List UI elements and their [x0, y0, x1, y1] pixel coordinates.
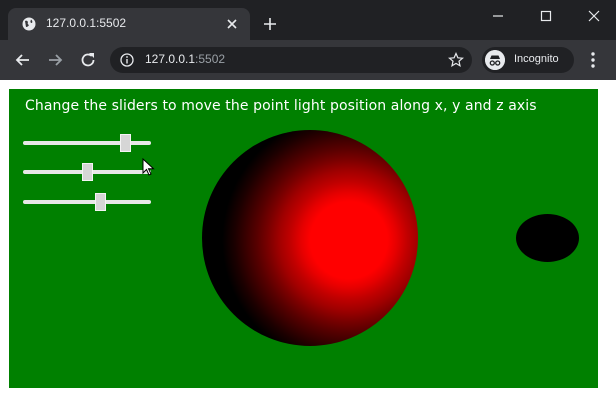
back-arrow-icon[interactable] — [13, 50, 33, 70]
url-host: 127.0.0.1 — [145, 52, 196, 66]
info-icon[interactable] — [120, 53, 134, 67]
browser-toolbar: 127.0.0.1:5502 Incognito — [0, 40, 616, 80]
profile-label: Incognito — [514, 53, 559, 65]
instructions-text: Change the sliders to move the point lig… — [25, 98, 537, 114]
star-icon[interactable] — [448, 52, 464, 68]
forward-arrow-icon[interactable] — [45, 50, 65, 70]
slider-thumb[interactable] — [82, 163, 93, 181]
slider-thumb[interactable] — [120, 134, 132, 152]
slider-thumb[interactable] — [94, 193, 106, 211]
page-viewport: Change the sliders to move the point lig… — [0, 80, 616, 404]
canvas-scene: Change the sliders to move the point lig… — [9, 89, 598, 388]
light-y-slider[interactable] — [23, 163, 151, 181]
url-port: :5502 — [195, 52, 226, 66]
light-x-slider[interactable] — [23, 134, 151, 152]
incognito-badge[interactable]: Incognito — [482, 47, 574, 73]
globe-icon — [22, 17, 36, 31]
black-ellipse — [516, 214, 579, 262]
tab-title: 127.0.0.1:5502 — [46, 16, 127, 30]
minimize-icon[interactable] — [488, 6, 508, 26]
close-icon[interactable] — [224, 16, 240, 32]
kebab-menu-icon[interactable] — [586, 50, 600, 70]
slider-track — [23, 141, 151, 145]
maximize-icon[interactable] — [536, 6, 556, 26]
lit-sphere — [202, 130, 418, 346]
reload-icon[interactable] — [78, 50, 98, 70]
window-close-icon[interactable] — [584, 6, 604, 26]
light-z-slider[interactable] — [23, 193, 151, 211]
browser-tab[interactable]: 127.0.0.1:5502 — [8, 8, 250, 40]
tab-strip: 127.0.0.1:5502 — [0, 0, 616, 40]
slider-track — [23, 200, 151, 204]
plus-icon[interactable] — [262, 16, 278, 32]
incognito-icon — [485, 50, 505, 70]
mouse-cursor-icon — [142, 158, 155, 176]
address-bar[interactable]: 127.0.0.1:5502 — [110, 47, 472, 73]
url-text: 127.0.0.1:5502 — [145, 52, 225, 66]
